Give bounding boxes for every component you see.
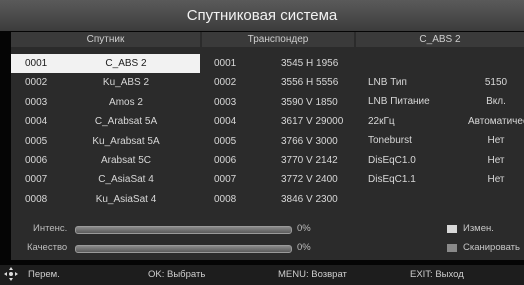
satellite-name: Ku_Arabsat 5A: [92, 135, 160, 147]
satellite-row[interactable]: 0007 C_AsiaSat 4: [11, 170, 200, 189]
footer-ok-hint: OK: Выбрать: [148, 269, 206, 280]
satellite-number: 0003: [25, 96, 48, 108]
satellite-number: 0007: [25, 174, 48, 186]
footer-exit-hint: EXIT: Выход: [410, 269, 464, 280]
setting-value: Нет: [487, 173, 505, 185]
transponder-value: 3846 V 2300: [281, 193, 338, 205]
scan-color-swatch: [447, 244, 457, 252]
transponder-number: 0006: [214, 154, 237, 166]
setting-diseqc11[interactable]: DisEqC1.1 Нет: [356, 170, 524, 189]
transponder-value: 3556 H 5556: [281, 77, 339, 89]
satellite-row[interactable]: 0003 Amos 2: [11, 93, 200, 112]
satellite-number: 0008: [25, 193, 48, 205]
transponder-value: 3545 H 1956: [281, 58, 339, 69]
satellite-name: Ku_AsiaSat 4: [95, 193, 157, 205]
setting-22khz[interactable]: 22кГц Автоматически: [356, 112, 524, 131]
transponder-value: 3617 V 29000: [281, 116, 344, 128]
satellite-number: 0006: [25, 154, 48, 166]
setting-label: LNB Тип: [368, 77, 407, 88]
transponder-number: 0003: [214, 96, 237, 108]
quality-bar: [75, 245, 292, 253]
footer-hints: Перем. OK: Выбрать MENU: Возврат EXIT: В…: [0, 265, 524, 285]
satellite-row[interactable]: 0001 C_ABS 2: [11, 54, 200, 74]
edit-color-swatch: [447, 225, 457, 233]
setting-value: Нет: [487, 154, 505, 166]
transponder-value: 3770 V 2142: [281, 154, 338, 166]
navigation-arrows-icon: [4, 267, 18, 281]
transponder-number: 0005: [214, 135, 237, 147]
setting-value: Нет: [487, 135, 505, 147]
satellite-list: 0001 C_ABS 2 0002 Ku_ABS 2 0003 Amos 2 0…: [11, 54, 200, 209]
satellite-number: 0004: [25, 116, 48, 128]
setting-lnb-power[interactable]: LNB Питание Вкл.: [356, 92, 524, 111]
setting-value: 5150: [484, 77, 508, 88]
satellite-name: C_Arabsat 5A: [94, 116, 158, 128]
setting-value: Автоматически: [468, 115, 524, 127]
setting-label: Toneburst: [368, 135, 412, 147]
window-title: Спутниковая система: [0, 0, 524, 31]
satellite-row[interactable]: 0002 Ku_ABS 2: [11, 73, 200, 92]
transponder-number: 0001: [214, 58, 237, 69]
satellite-row[interactable]: 0005 Ku_Arabsat 5A: [11, 132, 200, 151]
transponder-list: 0001 3545 H 1956 0002 3556 H 5556 0003 3…: [202, 54, 354, 209]
transponder-row[interactable]: 0004 3617 V 29000: [202, 112, 354, 131]
scan-legend-label: Сканировать: [463, 242, 520, 253]
transponder-row[interactable]: 0008 3846 V 2300: [202, 190, 354, 209]
transponder-row[interactable]: 0003 3590 V 1850: [202, 93, 354, 112]
transponder-number: 0008: [214, 193, 237, 205]
transponder-row[interactable]: 0006 3770 V 2142: [202, 151, 354, 170]
edit-legend-label: Измен.: [463, 223, 494, 234]
setting-label: 22кГц: [368, 115, 395, 127]
footer-move-hint: Перем.: [28, 269, 60, 280]
satellite-column-header: Спутник: [11, 32, 200, 47]
quality-percent: 0%: [297, 242, 311, 253]
satellite-settings: LNB Тип 5150 LNB Питание Вкл. 22кГц Авто…: [356, 73, 524, 189]
setting-lnb-type[interactable]: LNB Тип 5150: [356, 73, 524, 92]
setting-label: DisEqC1.1: [368, 173, 416, 185]
satellite-row[interactable]: 0006 Arabsat 5C: [11, 151, 200, 170]
setting-label: DisEqC1.0: [368, 154, 416, 166]
transponder-value: 3590 V 1850: [281, 96, 338, 108]
satellite-name: Ku_ABS 2: [102, 77, 150, 89]
satellite-number: 0005: [25, 135, 48, 147]
transponder-number: 0002: [214, 77, 237, 89]
info-column-header: C_ABS 2: [356, 32, 524, 47]
setting-label: LNB Питание: [368, 96, 430, 108]
transponder-column-header: Транспондер: [202, 32, 354, 47]
transponder-value: 3766 V 3000: [281, 135, 338, 147]
setting-toneburst[interactable]: Toneburst Нет: [356, 131, 524, 150]
setting-diseqc10[interactable]: DisEqC1.0 Нет: [356, 151, 524, 170]
transponder-row[interactable]: 0005 3766 V 3000: [202, 132, 354, 151]
satellite-row[interactable]: 0004 C_Arabsat 5A: [11, 112, 200, 131]
satellite-row[interactable]: 0008 Ku_AsiaSat 4: [11, 190, 200, 209]
satellite-name: Amos 2: [109, 96, 143, 108]
transponder-number: 0007: [214, 174, 237, 186]
satellite-name: Arabsat 5C: [100, 154, 152, 166]
satellite-name: C_ABS 2: [105, 58, 147, 69]
transponder-row[interactable]: 0007 3772 V 2400: [202, 170, 354, 189]
satellite-number: 0001: [25, 58, 48, 69]
intensity-label: Интенс.: [33, 223, 68, 234]
transponder-value: 3772 V 2400: [281, 174, 338, 186]
transponder-number: 0004: [214, 116, 237, 128]
satellite-name: C_AsiaSat 4: [98, 174, 154, 186]
setting-value: Вкл.: [486, 96, 506, 108]
quality-label: Качество: [27, 242, 68, 253]
footer-menu-hint: MENU: Возврат: [278, 269, 347, 280]
intensity-percent: 0%: [297, 223, 311, 234]
satellite-number: 0002: [25, 77, 48, 89]
intensity-bar: [75, 226, 292, 234]
main-panel: Спутник Транспондер C_ABS 2 0001 C_ABS 2…: [11, 32, 524, 260]
transponder-row[interactable]: 0001 3545 H 1956: [202, 54, 354, 73]
transponder-row[interactable]: 0002 3556 H 5556: [202, 73, 354, 92]
